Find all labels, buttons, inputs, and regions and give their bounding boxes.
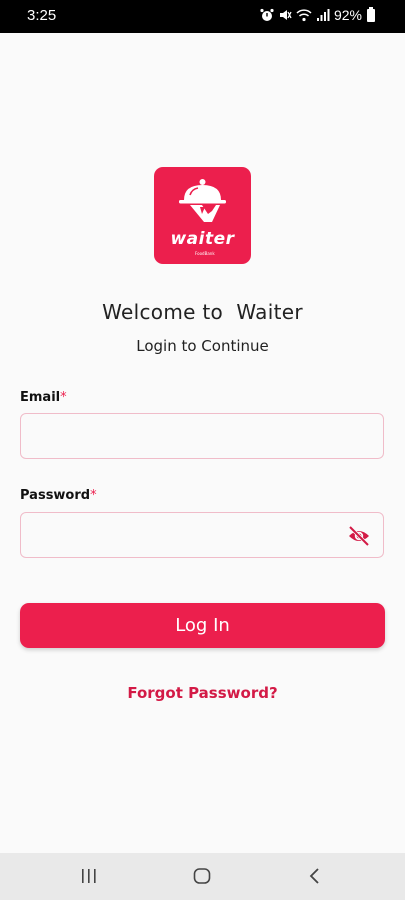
email-field[interactable] <box>21 414 383 458</box>
logo-sub: FoodBank <box>195 251 215 256</box>
wifi-icon <box>296 9 312 22</box>
signal-icon <box>316 9 330 21</box>
system-nav-bar <box>0 853 405 900</box>
email-label: Email* <box>20 390 67 405</box>
required-mark: * <box>60 390 67 405</box>
login-button-label: Log In <box>175 615 230 636</box>
status-time: 3:25 <box>27 7 57 24</box>
alarm-icon <box>260 8 274 21</box>
forgot-password-link[interactable]: Forgot Password? <box>0 684 405 702</box>
password-field[interactable] <box>21 513 383 557</box>
password-label: Password* <box>20 488 97 503</box>
login-button[interactable]: Log In <box>20 603 385 648</box>
battery-percent: 92% <box>333 7 362 23</box>
logo-word: waiter <box>170 229 235 249</box>
back-icon[interactable] <box>306 865 324 887</box>
email-label-text: Email <box>20 390 61 405</box>
status-bar: 3:25 92% <box>0 0 405 33</box>
app-logo: waiter FoodBank <box>154 167 251 264</box>
cloche-icon <box>179 179 226 222</box>
page-subtitle: Login to Continue <box>136 337 269 355</box>
password-field-wrapper <box>20 512 384 558</box>
home-icon[interactable] <box>192 865 212 887</box>
page-title: Welcome to Waiter <box>102 300 303 324</box>
required-mark: * <box>90 488 97 503</box>
recent-apps-icon[interactable] <box>80 865 98 887</box>
email-field-wrapper <box>20 413 384 459</box>
password-label-text: Password <box>20 488 91 503</box>
eye-off-icon[interactable] <box>347 525 371 547</box>
status-icons: 92% <box>260 6 375 23</box>
mute-icon <box>279 10 292 20</box>
battery-icon <box>367 6 375 22</box>
